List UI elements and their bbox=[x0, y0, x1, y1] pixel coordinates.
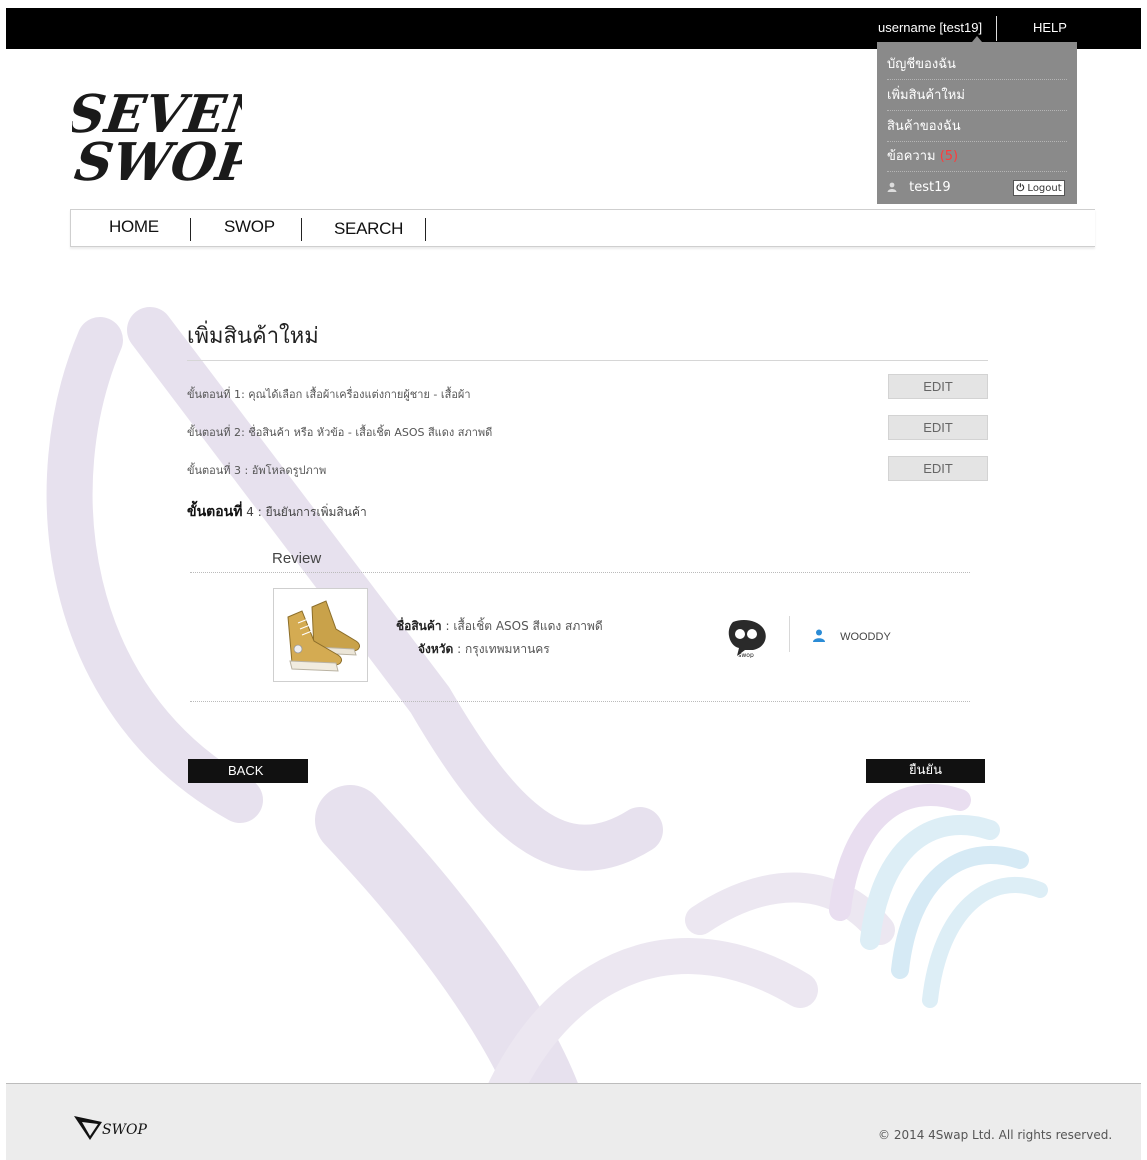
back-button[interactable]: BACK bbox=[188, 759, 308, 783]
confirm-button[interactable]: ยืนยัน bbox=[866, 759, 985, 783]
menu-item-my-account[interactable]: บัญชีของฉัน bbox=[887, 50, 1067, 80]
footer-swop-logo[interactable]: SWOP bbox=[72, 1112, 168, 1142]
province-value: : กรุงเทพมหานคร bbox=[453, 642, 550, 656]
menu-item-my-products[interactable]: สินค้าของฉัน bbox=[887, 112, 1067, 142]
user-icon bbox=[887, 182, 897, 192]
nav-swop[interactable]: SWOP bbox=[224, 217, 275, 237]
product-name-row: ชื่อสินค้า : เสื้อเชิ้ต ASOS สีแดง สภาพด… bbox=[396, 617, 603, 636]
header-divider bbox=[996, 16, 997, 41]
messages-count-badge: (5) bbox=[939, 149, 959, 164]
edit-step-1-button[interactable]: EDIT bbox=[888, 374, 988, 399]
province-row: จังหวัด : กรุงเทพมหานคร bbox=[418, 640, 550, 659]
step-2-label: ขั้นตอนที่ 2 bbox=[187, 426, 242, 439]
menu-item-messages[interactable]: ข้อความ (5) bbox=[887, 142, 1067, 172]
step-3-label: ขั้นตอนที่ 3 bbox=[187, 464, 242, 477]
edit-step-2-button[interactable]: EDIT bbox=[888, 415, 988, 440]
owner-info[interactable]: WOODDY bbox=[813, 629, 891, 643]
owner-name: WOODDY bbox=[840, 631, 891, 643]
step-1-label: ขั้นตอนที่ 1 bbox=[187, 388, 242, 401]
step-1: ขั้นตอนที่ 1: คุณได้เลือก เสื้อผ้าเครื่อ… bbox=[187, 385, 471, 403]
logout-label: Logout bbox=[1027, 183, 1062, 194]
seven-swop-logo[interactable]: SEVEN SWOP bbox=[72, 72, 242, 187]
swop-badge-icon: swop bbox=[728, 620, 766, 658]
footer-logo-text: SWOP bbox=[102, 1122, 147, 1138]
user-menu-dropdown: บัญชีของฉัน เพิ่มสินค้าใหม่ สินค้าของฉัน… bbox=[877, 36, 1077, 204]
review-bottom-divider bbox=[190, 701, 970, 702]
swop-badge-label: swop bbox=[738, 652, 754, 658]
dropdown-caret-icon bbox=[972, 36, 982, 42]
help-link[interactable]: HELP bbox=[1033, 20, 1067, 35]
logo-line2: SWOP bbox=[72, 132, 242, 187]
username-link[interactable]: username [test19] bbox=[878, 20, 982, 35]
nav-separator bbox=[425, 218, 426, 241]
copyright-text: © 2014 4Swap Ltd. All rights reserved. bbox=[878, 1128, 1113, 1142]
owner-divider bbox=[789, 616, 790, 652]
menu-item-messages-label: ข้อความ bbox=[887, 149, 936, 164]
nav-search[interactable]: SEARCH bbox=[334, 219, 403, 239]
title-divider bbox=[187, 360, 988, 361]
footer: SWOP © 2014 4Swap Ltd. All rights reserv… bbox=[6, 1083, 1141, 1160]
main-nav: HOME SWOP SEARCH bbox=[70, 209, 1095, 247]
step-2: ขั้นตอนที่ 2: ชื่อสินค้า หรือ หัวข้อ - เ… bbox=[187, 423, 492, 441]
person-icon bbox=[813, 629, 825, 642]
province-key: จังหวัด bbox=[418, 642, 454, 656]
step-2-text: : ชื่อสินค้า หรือ หัวข้อ - เสื้อเชิ้ต AS… bbox=[241, 426, 493, 439]
step-4-text: 4 : ยืนยันการเพิ่มสินค้า bbox=[242, 505, 367, 519]
nav-separator bbox=[301, 218, 302, 241]
product-name-value: : เสื้อเชิ้ต ASOS สีแดง สภาพดี bbox=[441, 619, 603, 633]
power-icon: ⏻ bbox=[1016, 183, 1025, 194]
menu-item-add-product[interactable]: เพิ่มสินค้าใหม่ bbox=[887, 81, 1067, 111]
step-3-text: : อัพโหลดรูปภาพ bbox=[241, 464, 327, 477]
review-heading: Review bbox=[272, 550, 322, 567]
step-4: ขั้นตอนที่ 4 : ยืนยันการเพิ่มสินค้า bbox=[187, 501, 367, 523]
product-image[interactable] bbox=[273, 588, 368, 682]
logout-button[interactable]: ⏻ Logout bbox=[1013, 180, 1065, 196]
step-3: ขั้นตอนที่ 3 : อัพโหลดรูปภาพ bbox=[187, 461, 326, 479]
step-4-label: ขั้นตอนที่ bbox=[187, 504, 243, 520]
edit-step-3-button[interactable]: EDIT bbox=[888, 456, 988, 481]
review-top-divider bbox=[190, 572, 970, 573]
sneaker-image bbox=[287, 600, 360, 672]
product-name-key: ชื่อสินค้า bbox=[396, 619, 442, 633]
page-title: เพิ่มสินค้าใหม่ bbox=[187, 324, 319, 349]
step-1-text: : คุณได้เลือก เสื้อผ้าเครื่องแต่งกายผู้ช… bbox=[241, 388, 471, 401]
nav-separator bbox=[190, 218, 191, 241]
current-username: test19 bbox=[909, 180, 951, 195]
nav-home[interactable]: HOME bbox=[109, 217, 159, 237]
current-user-row: test19 ⏻ Logout bbox=[887, 176, 1067, 200]
